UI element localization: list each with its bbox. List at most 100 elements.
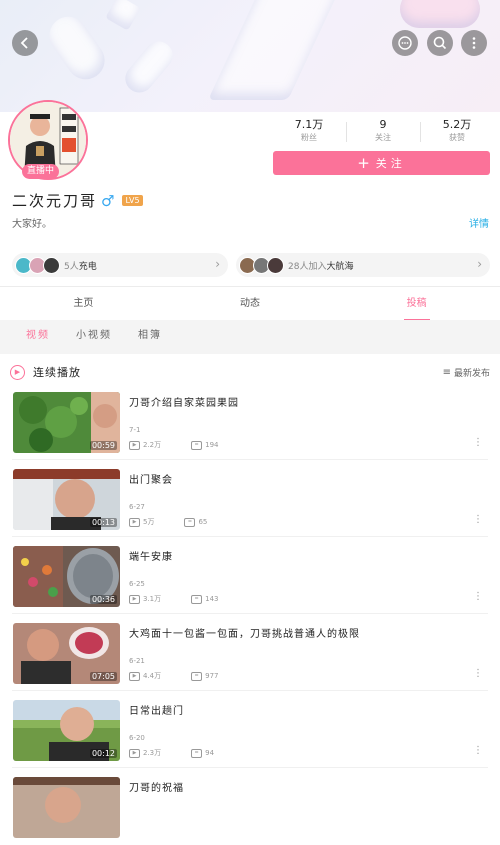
- more-vertical-icon[interactable]: ⋮: [473, 669, 483, 679]
- video-date: 7-1: [129, 426, 141, 434]
- danmaku-icon: =: [191, 748, 203, 758]
- video-thumbnail[interactable]: 00:36: [13, 546, 120, 607]
- video-item[interactable]: 00:12 日常出趟门 6-20 ▶ 2.3万 = 94 ⋮: [0, 692, 500, 768]
- danmaku-icon: =: [191, 671, 203, 681]
- subtab-videos[interactable]: 视频: [26, 320, 50, 354]
- play-count-icon: ▶: [129, 594, 140, 604]
- chevron-right-icon: ›: [215, 257, 220, 271]
- banner-decoration: [41, 9, 113, 87]
- video-item[interactable]: 07:05 大鸡面十一包酱一包面，刀哥挑战普通人的极限 6-21 ▶ 4.4万 …: [0, 615, 500, 691]
- more-menu-button[interactable]: [461, 30, 487, 56]
- video-title[interactable]: 日常出趟门: [129, 702, 184, 717]
- upload-subtabs: 视频 小视频 相簿: [0, 320, 500, 354]
- sort-button[interactable]: ≡ 最新发布: [443, 366, 490, 379]
- stat-followers[interactable]: 7.1万 粉丝: [272, 118, 346, 146]
- stat-value: 9: [379, 118, 387, 131]
- video-item[interactable]: 00:13 出门聚会 6-27 ▶ 5万 = 65 ⋮: [0, 461, 500, 537]
- video-thumbnail[interactable]: 00:13: [13, 469, 120, 530]
- search-button[interactable]: [427, 30, 453, 56]
- more-vertical-icon[interactable]: ⋮: [473, 438, 483, 448]
- stat-label: 获赞: [449, 133, 465, 142]
- subtab-short-videos[interactable]: 小视频: [76, 320, 112, 354]
- stat-value: 5.2万: [442, 118, 472, 131]
- charge-fans-pill[interactable]: 5人充电 ›: [12, 253, 228, 277]
- chat-button[interactable]: [392, 30, 418, 56]
- comment-count: 94: [205, 749, 215, 757]
- video-date: 6-21: [129, 657, 145, 665]
- chevron-right-icon: ›: [477, 257, 482, 271]
- profile-stats: 7.1万 粉丝 9 关注 5.2万 获赞: [272, 118, 494, 146]
- video-thumbnail[interactable]: 00:12: [13, 700, 120, 761]
- banner-decoration: [119, 35, 179, 99]
- video-title[interactable]: 大鸡面十一包酱一包面，刀哥挑战普通人的极限: [129, 625, 360, 640]
- list-icon: ≡: [442, 367, 451, 378]
- video-meta: ▶ 3.1万 = 143: [129, 594, 219, 604]
- play-count-icon: ▶: [129, 671, 140, 681]
- view-count: 5万: [143, 518, 155, 526]
- view-count: 4.4万: [143, 672, 162, 680]
- sort-label: 最新发布: [453, 369, 490, 379]
- tab-dynamic[interactable]: 动态: [167, 287, 334, 321]
- video-duration: 00:13: [89, 518, 117, 527]
- stat-value: 7.1万: [294, 118, 324, 131]
- follow-button[interactable]: + 关注: [273, 151, 490, 175]
- stat-likes[interactable]: 5.2万 获赞: [420, 118, 494, 146]
- profile-tabs: 主页 动态 投稿: [0, 286, 500, 322]
- charge-text: 5人充电: [64, 261, 97, 272]
- stat-label: 关注: [375, 133, 391, 142]
- video-duration: 00:36: [89, 595, 117, 604]
- comment-count: 977: [205, 672, 219, 680]
- fan-avatar: [267, 256, 284, 274]
- subtab-albums[interactable]: 相簿: [138, 320, 162, 354]
- view-count: 3.1万: [143, 595, 162, 603]
- user-bio: 大家好。: [12, 219, 52, 230]
- video-duration: 00:12: [89, 749, 117, 758]
- view-count: 2.2万: [143, 441, 162, 449]
- play-count-icon: ▶: [129, 440, 140, 450]
- level-badge: LV5: [122, 195, 143, 206]
- user-name: 二次元刀哥: [12, 192, 98, 210]
- tab-home[interactable]: 主页: [0, 287, 167, 321]
- stat-following[interactable]: 9 关注: [346, 118, 420, 146]
- video-duration: 00:59: [89, 441, 117, 450]
- guard-fans-pill[interactable]: 28人加入大航海 ›: [236, 253, 490, 277]
- banner-decoration: [400, 0, 480, 28]
- comment-count: 194: [205, 441, 219, 449]
- more-vertical-icon[interactable]: ⋮: [473, 746, 483, 756]
- fan-avatar: [43, 256, 60, 274]
- profile-name-row: 二次元刀哥 ♂ LV5: [12, 190, 143, 211]
- video-title[interactable]: 刀哥介绍自家菜园果园: [129, 394, 239, 409]
- video-item[interactable]: 00:59 刀哥介绍自家菜园果园 7-1 ▶ 2.2万 = 194 ⋮: [0, 384, 500, 460]
- back-button[interactable]: [12, 30, 38, 56]
- more-vertical-icon[interactable]: ⋮: [473, 515, 483, 525]
- comment-count: 143: [205, 595, 219, 603]
- play-all-button[interactable]: ▶ 连续播放: [10, 364, 81, 380]
- danmaku-icon: =: [184, 517, 196, 527]
- live-badge[interactable]: 直播中: [22, 164, 60, 179]
- tab-uploads[interactable]: 投稿: [333, 287, 500, 321]
- video-meta: ▶ 2.3万 = 94: [129, 748, 214, 758]
- chat-bubble-icon: [398, 36, 412, 50]
- video-thumbnail[interactable]: 07:05: [13, 623, 120, 684]
- view-count: 2.3万: [143, 749, 162, 757]
- video-item[interactable]: 00:36 端午安康 6-25 ▶ 3.1万 = 143 ⋮: [0, 538, 500, 614]
- play-icon: ▶: [10, 364, 25, 380]
- video-item[interactable]: 刀哥的祝福: [0, 769, 500, 845]
- video-thumbnail[interactable]: 00:59: [13, 392, 120, 453]
- guard-text: 28人加入大航海: [288, 261, 354, 272]
- detail-link[interactable]: 详情: [469, 215, 489, 230]
- video-meta: ▶ 2.2万 = 194: [129, 440, 219, 450]
- banner-decoration: [208, 0, 344, 100]
- profile-banner: [0, 0, 500, 112]
- more-vertical-icon[interactable]: ⋮: [473, 592, 483, 602]
- video-title[interactable]: 出门聚会: [129, 471, 173, 486]
- video-meta: ▶ 4.4万 = 977: [129, 671, 219, 681]
- video-title[interactable]: 刀哥的祝福: [129, 779, 184, 794]
- play-all-label: 连续播放: [33, 366, 81, 379]
- video-title[interactable]: 端午安康: [129, 548, 173, 563]
- video-date: 6-25: [129, 580, 145, 588]
- danmaku-icon: =: [191, 594, 203, 604]
- video-thumbnail[interactable]: [13, 777, 120, 838]
- male-icon: ♂: [101, 191, 115, 210]
- search-icon: [433, 36, 447, 50]
